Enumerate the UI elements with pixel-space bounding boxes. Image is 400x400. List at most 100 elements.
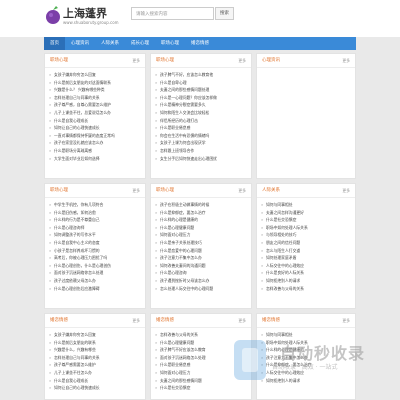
article-link[interactable]: 面对孩子沉迷网络你怎么处理 [45, 269, 145, 277]
card-header: 婚恋情感 更多 [45, 314, 145, 328]
article-link[interactable]: 女孩子嫌弃你穷怎么回复 [45, 71, 145, 79]
article-link[interactable]: 什么样的行为是不尊重自己 [45, 216, 145, 224]
card-title[interactable]: 婚恋情感 [262, 314, 280, 327]
card-title[interactable]: 职场心理 [50, 184, 68, 197]
article-link[interactable]: 中学生手机控，你有几项符合 [45, 201, 145, 209]
article-link[interactable]: 职场中如何处理人际关系 [257, 224, 355, 232]
article-link[interactable]: 高考后，你被心理压力困扰了吗 [45, 254, 145, 262]
article-link[interactable]: 夫妻之间怎样沟通更好 [257, 209, 355, 217]
article-link[interactable]: 什么是抑郁症，要怎么治疗 [151, 209, 251, 217]
more-link[interactable]: 更多 [342, 54, 350, 67]
article-link[interactable]: 如何让自己的心理快速成长 [45, 124, 145, 132]
article-link[interactable]: 什么是亲子关系处理技巧 [151, 239, 251, 247]
article-link[interactable]: 什么是心理健康问题 [151, 224, 251, 232]
article-link[interactable]: 怎样处理自己与同事的关系 [45, 94, 145, 102]
nav-item-workplace[interactable]: 职场心理 [155, 37, 185, 50]
article-link[interactable]: 什么是心理咨询师 [45, 224, 145, 232]
article-link[interactable]: 女孩子上课为何会出现厌学 [151, 139, 251, 147]
more-link[interactable]: 更多 [238, 54, 246, 67]
article-link[interactable]: 怎么与陌生人打交道 [257, 247, 355, 255]
article-link[interactable]: 孩子脾气不好，应该怎么教育他 [151, 71, 251, 79]
more-link[interactable]: 更多 [132, 314, 140, 327]
article-link[interactable]: 孩子在家里没礼貌应该怎么办 [45, 139, 145, 147]
card-title[interactable]: 职场心理 [156, 184, 174, 197]
article-link[interactable]: 孩子遇到挫折时父母该怎么办 [151, 277, 251, 285]
article-link[interactable]: 什么是良好的人际关系 [257, 269, 355, 277]
card-title[interactable]: 婚恋情感 [156, 314, 174, 327]
more-link[interactable]: 更多 [132, 184, 140, 197]
watermark-text: 自动秒收录 [280, 344, 366, 363]
more-link[interactable]: 更多 [342, 184, 350, 197]
article-link[interactable]: 什么是自卑心理 [151, 79, 251, 87]
article-link[interactable]: 一直对事情都保持怀疑的态度正常吗 [45, 132, 145, 140]
article-link[interactable]: 兴趣是什么，兴趣有哪些 [45, 346, 145, 354]
card-title[interactable]: 职场心理 [156, 54, 174, 67]
article-link[interactable]: 小孩子是怎样养成坏习惯的 [45, 247, 145, 255]
article-link[interactable]: 什么是旧伤感，如何治愈 [45, 209, 145, 217]
article-link[interactable]: 怎么处理人际交往中的心理问题 [151, 285, 251, 293]
more-link[interactable]: 更多 [238, 184, 246, 197]
article-link[interactable]: 什么是一心理问题？你应该怎样做 [151, 94, 251, 102]
card-title[interactable]: 职场心理 [50, 54, 68, 67]
article-link[interactable]: 什么是精神分裂症需要多久 [151, 101, 251, 109]
article-link[interactable]: 人际交往中的心理效应 [257, 262, 355, 270]
article-link[interactable]: 你会在生活中有恐惧的情绪吗 [151, 132, 251, 140]
article-link[interactable]: 孩子过度依赖父母怎么办 [45, 277, 145, 285]
search-input[interactable]: 请输入搜索内容 [131, 7, 214, 20]
article-link[interactable]: 如何和陌生人交流会比较轻松 [151, 109, 251, 117]
article-link[interactable]: 女生分手后如何快速走出心理困扰 [151, 155, 251, 163]
nav-item-relationships[interactable]: 人际关系 [95, 37, 125, 50]
article-link[interactable]: 如何面对心理压力 [151, 231, 251, 239]
article-link[interactable]: 什么样的心理是健康的 [151, 216, 251, 224]
article-link[interactable]: 什么是职业倦怠感 [151, 124, 251, 132]
card-title[interactable]: 婚恋情感 [50, 314, 68, 327]
article-link[interactable]: 如何处理家庭矛盾 [257, 254, 355, 262]
article-link[interactable]: 儿子上课坐不住怎么办 [45, 369, 145, 377]
article-link[interactable]: 女孩子嫌弃你穷怎么回复 [45, 331, 145, 339]
article-link[interactable]: 儿子上课坐不住，总爱说话怎么办 [45, 109, 145, 117]
article-link[interactable]: 什么是职场分离疏离感 [45, 147, 145, 155]
article-link[interactable]: 如何改善夫妻间的沟通问题 [151, 262, 251, 270]
article-link[interactable]: 与领导相处的技巧 [257, 231, 355, 239]
category-card: 婚恋情感 更多女孩子嫌弃你穷怎么回复什么是前后女朋友的联系兴趣是什么，兴趣有哪些怎… [44, 313, 146, 400]
article-link[interactable]: 孩子在积极主动做事情的时候 [151, 201, 251, 209]
nav-item-growth[interactable]: 成长心理 [125, 37, 155, 50]
article-link[interactable]: 什么是心理创伤后应激障碍 [45, 285, 145, 293]
more-link[interactable]: 更多 [132, 54, 140, 67]
article-link[interactable]: 夫妻之间的那些感情问题处理 [151, 86, 251, 94]
grape-logo-icon[interactable] [44, 5, 62, 25]
article-link[interactable]: 什么是自我心理成长 [45, 377, 145, 385]
site-name[interactable]: 上海蓬界 [63, 5, 107, 21]
article-link[interactable]: 伴侣所经历的心理打击 [151, 117, 251, 125]
article-link[interactable]: 什么是前后女朋友的联系 [45, 339, 145, 347]
card-header: 人际关系 更多 [257, 184, 355, 198]
card-title[interactable]: 人际关系 [262, 184, 280, 197]
article-link[interactable]: 怎样跟上班领导合作 [151, 147, 251, 155]
article-link[interactable]: 怎样处理自己与同事的关系 [45, 354, 145, 362]
article-link[interactable]: 朋友之间的信任问题 [257, 239, 355, 247]
article-link[interactable]: 什么是心理创伤，什么是心理创伤 [45, 262, 145, 270]
article-link[interactable]: 怎样改善与父母的关系 [257, 285, 355, 293]
article-link[interactable]: 孩子尊严感需要怎么维护 [45, 361, 145, 369]
article-link[interactable]: 什么是社交恐惧症 [257, 216, 355, 224]
article-link[interactable]: 什么是自我心理成长 [45, 117, 145, 125]
article-link[interactable]: 如何调整孩子的写作水平 [45, 231, 145, 239]
article-link[interactable]: 如何与同事相处 [257, 201, 355, 209]
more-link[interactable]: 更多 [238, 314, 246, 327]
article-link[interactable]: 什么是前后女朋友的对这面情联系 [45, 79, 145, 87]
search-button[interactable]: 搜索 [215, 7, 234, 20]
article-link[interactable]: 孩子注意力不集中怎么办 [151, 254, 251, 262]
nav-item-love[interactable]: 婚恋情感 [185, 37, 215, 50]
article-link[interactable]: 如何拒绝别人的请求 [257, 277, 355, 285]
article-link[interactable]: 如何让自己的心理快速成长 [45, 384, 145, 392]
card-title[interactable]: 心理资讯 [262, 54, 280, 67]
nav-item-psych-news[interactable]: 心理资讯 [65, 37, 95, 50]
article-link[interactable]: 孩子尊严感，自尊心需要怎么维护 [45, 101, 145, 109]
more-link[interactable]: 更多 [342, 314, 350, 327]
article-link[interactable]: 什么是恋爱中的心理问题 [151, 247, 251, 255]
article-link[interactable]: 什么是自我中心主义的态度 [45, 239, 145, 247]
article-link[interactable]: 兴趣是什么？ 兴趣有哪些种类 [45, 86, 145, 94]
article-link[interactable]: 大学生面对毕业后如何选择 [45, 155, 145, 163]
article-link[interactable]: 什么是心理咨询 [151, 269, 251, 277]
nav-item-home[interactable]: 首页 [44, 37, 65, 50]
